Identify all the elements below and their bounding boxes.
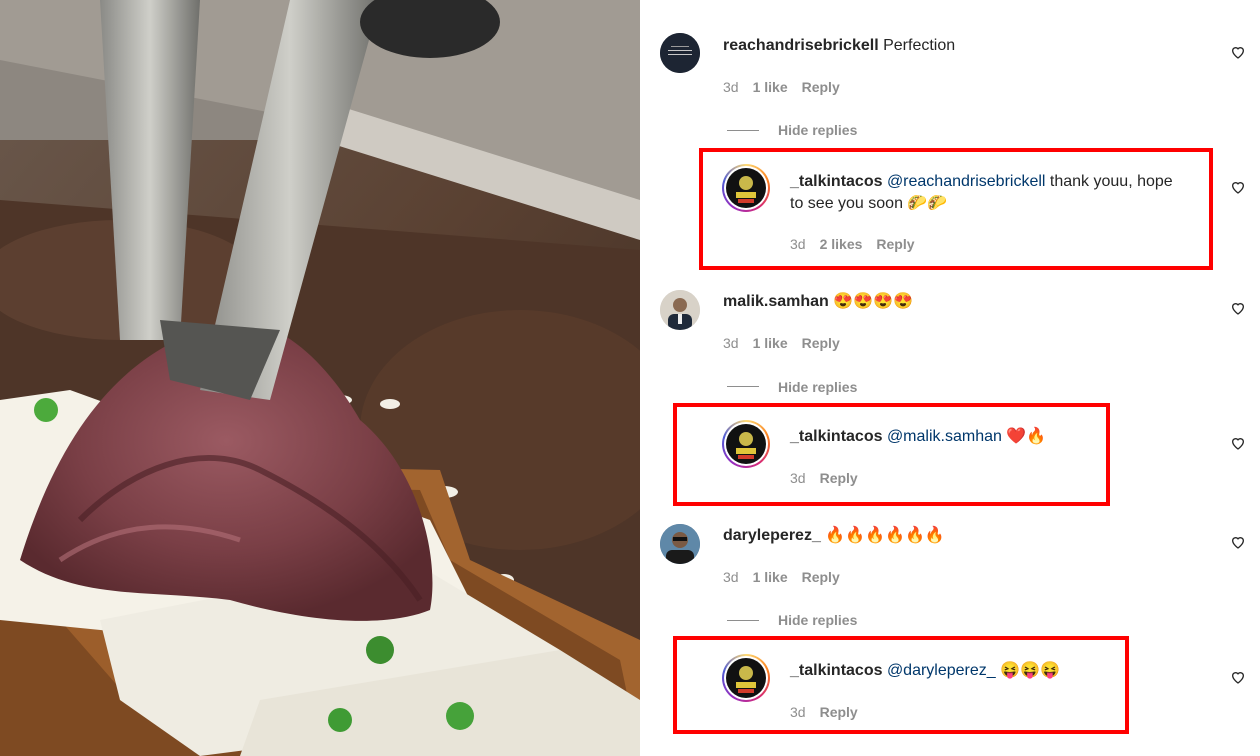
comment-meta: 3d 1 like Reply <box>723 568 840 586</box>
reply-username[interactable]: _talkintacos <box>790 173 882 190</box>
divider-line <box>727 386 759 387</box>
reply-time[interactable]: 3d <box>790 704 806 720</box>
avatar[interactable] <box>722 164 770 212</box>
reply-button[interactable]: Reply <box>876 236 914 252</box>
reply-button[interactable]: Reply <box>802 335 840 351</box>
divider-line <box>727 620 759 621</box>
divider-line <box>727 130 759 131</box>
hide-replies-button[interactable]: Hide replies <box>778 378 857 396</box>
hide-replies-button[interactable]: Hide replies <box>778 611 857 629</box>
reply-meta: 3d Reply <box>790 469 858 487</box>
comment-body: Perfection <box>883 37 956 54</box>
talkin-tacos-logo-icon <box>726 658 766 698</box>
mention-link[interactable]: @daryleperez_ <box>887 662 996 679</box>
avatar[interactable] <box>660 524 700 564</box>
reply-button[interactable]: Reply <box>820 470 858 486</box>
mention-link[interactable]: @malik.samhan <box>887 428 1002 445</box>
brisket-toast-image <box>0 0 640 756</box>
comment-text: reachandrisebrickell Perfection <box>723 35 955 57</box>
video-frame[interactable] <box>0 0 640 756</box>
mention-link[interactable]: @reachandrisebrickell <box>887 173 1046 190</box>
comment-time[interactable]: 3d <box>723 335 739 351</box>
comment-username[interactable]: reachandrisebrickell <box>723 37 879 54</box>
comment-time[interactable]: 3d <box>723 569 739 585</box>
reply-time[interactable]: 3d <box>790 470 806 486</box>
reply-button[interactable]: Reply <box>820 704 858 720</box>
comment-text: malik.samhan 😍😍😍😍 <box>723 291 913 313</box>
reply-meta: 3d 2 likes Reply <box>790 235 915 253</box>
reply-username[interactable]: _talkintacos <box>790 428 882 445</box>
comment-likes[interactable]: 1 like <box>753 335 788 351</box>
heart-icon[interactable] <box>1230 44 1246 60</box>
reply-likes[interactable]: 2 likes <box>820 236 863 252</box>
reply-button[interactable]: Reply <box>802 569 840 585</box>
talkin-tacos-logo-icon <box>726 168 766 208</box>
reply-text: _talkintacos @malik.samhan ❤️🔥 <box>790 426 1046 448</box>
heart-icon[interactable] <box>1230 179 1246 195</box>
heart-icon[interactable] <box>1230 534 1246 550</box>
reply-body: thank youu, hope <box>1045 173 1173 190</box>
comment-username[interactable]: daryleperez_ <box>723 527 821 544</box>
reply-meta: 3d Reply <box>790 703 858 721</box>
signature-residences-logo-icon <box>660 33 700 73</box>
avatar[interactable] <box>660 290 700 330</box>
reply-text-line2: to see you soon 🌮🌮 <box>790 195 948 212</box>
comment-meta: 3d 1 like Reply <box>723 334 840 352</box>
avatar[interactable] <box>722 420 770 468</box>
heart-icon[interactable] <box>1230 300 1246 316</box>
highlight-box <box>699 148 1213 270</box>
comment-text: daryleperez_ 🔥🔥🔥🔥🔥🔥 <box>723 525 945 547</box>
comment-body: 😍😍😍😍 <box>833 293 913 310</box>
talkin-tacos-logo-icon <box>726 424 766 464</box>
comment-body: 🔥🔥🔥🔥🔥🔥 <box>825 527 945 544</box>
reply-body: 😝😝😝 <box>995 662 1060 679</box>
comment-time[interactable]: 3d <box>723 79 739 95</box>
avatar[interactable] <box>660 33 700 73</box>
comments-panel: reachandrisebrickell Perfection 3d 1 like… <box>640 0 1260 756</box>
reply-time[interactable]: 3d <box>790 236 806 252</box>
heart-icon[interactable] <box>1230 669 1246 685</box>
hide-replies-button[interactable]: Hide replies <box>778 121 857 139</box>
reply-body: ❤️🔥 <box>1001 428 1047 445</box>
comment-likes[interactable]: 1 like <box>753 79 788 95</box>
reply-button[interactable]: Reply <box>802 79 840 95</box>
reply-username[interactable]: _talkintacos <box>790 662 882 679</box>
man-with-sunglasses-avatar <box>660 524 700 564</box>
comment-username[interactable]: malik.samhan <box>723 293 829 310</box>
reply-text: _talkintacos @reachandrisebrickell thank… <box>790 171 1200 193</box>
reply-text: _talkintacos @daryleperez_ 😝😝😝 <box>790 660 1060 682</box>
heart-icon[interactable] <box>1230 435 1246 451</box>
comment-likes[interactable]: 1 like <box>753 569 788 585</box>
comment-meta: 3d 1 like Reply <box>723 78 840 96</box>
man-in-suit-avatar <box>660 290 700 330</box>
avatar[interactable] <box>722 654 770 702</box>
